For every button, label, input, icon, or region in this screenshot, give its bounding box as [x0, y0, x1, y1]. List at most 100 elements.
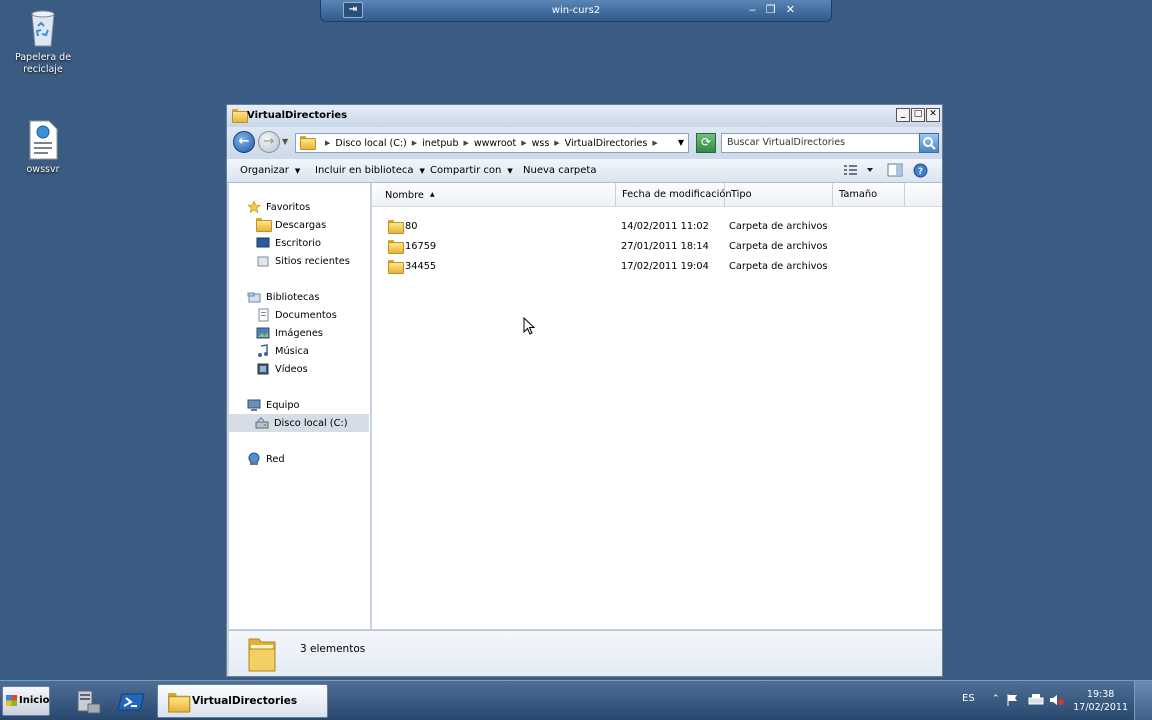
maximize-button[interactable]: □ — [911, 108, 925, 122]
hard-drive-icon — [255, 416, 269, 430]
taskbar-item-explorer[interactable]: VirtualDirectories — [157, 684, 328, 718]
minimize-icon[interactable]: ‒ — [749, 3, 766, 16]
new-folder-button[interactable]: Nueva carpeta — [523, 165, 596, 176]
nav-music[interactable]: Música — [256, 342, 309, 360]
window-titlebar[interactable]: VirtualDirectories _ □ ✕ — [227, 105, 942, 127]
column-type[interactable]: Tipo — [725, 183, 833, 207]
chevron-right-icon[interactable]: ▶ — [652, 139, 657, 147]
breadcrumb-item[interactable]: VirtualDirectories — [565, 138, 648, 149]
column-size[interactable]: Tamaño — [833, 183, 905, 207]
nav-network[interactable]: Red — [247, 450, 285, 468]
close-icon[interactable]: ✕ — [786, 3, 805, 16]
chevron-right-icon[interactable]: ▶ — [325, 139, 330, 147]
chevron-right-icon[interactable]: ▶ — [463, 139, 468, 147]
chevron-down-icon[interactable]: ▼ — [282, 137, 288, 146]
column-header-row: Nombre ▲ Fecha de modificación Tipo Tamañ… — [372, 183, 942, 207]
nav-downloads[interactable]: Descargas — [256, 216, 326, 234]
desktop-icon-owssvr[interactable]: owssvr — [8, 120, 78, 176]
nav-libraries[interactable]: Bibliotecas — [247, 288, 319, 306]
taskbar-item-label: VirtualDirectories — [192, 695, 298, 707]
views-button[interactable] — [843, 163, 875, 180]
column-modified[interactable]: Fecha de modificación — [616, 183, 732, 207]
item-count: 3 elementos — [300, 643, 366, 655]
nav-label: Favoritos — [266, 201, 311, 213]
powershell-icon[interactable] — [116, 686, 150, 716]
nav-favorites[interactable]: Favoritos — [247, 198, 310, 216]
details-pane: 3 elementos — [229, 630, 942, 676]
table-row[interactable]: 16759 27/01/2011 18:14 Carpeta de archiv… — [372, 237, 942, 257]
nav-pictures[interactable]: Imágenes — [256, 324, 323, 342]
breadcrumb-item[interactable]: wwwroot — [474, 138, 516, 149]
breadcrumb-item[interactable]: inetpub — [422, 138, 458, 149]
language-indicator[interactable]: ES — [962, 693, 975, 704]
printer-icon[interactable] — [1028, 693, 1044, 710]
mouse-cursor-icon — [523, 317, 536, 335]
organize-button[interactable]: Organizar ▼ — [240, 165, 300, 176]
show-desktop-button[interactable] — [1134, 681, 1152, 720]
address-bar[interactable]: ▶ Disco local (C:) ▶ inetpub ▶ wwwroot ▶… — [295, 133, 689, 153]
chevron-right-icon[interactable]: ▶ — [554, 139, 559, 147]
nav-documents[interactable]: Documentos — [256, 306, 337, 324]
folder-large-icon — [247, 635, 277, 676]
share-button[interactable]: Compartir con ▼ — [430, 165, 513, 176]
folder-icon — [232, 109, 248, 123]
volume-muted-icon[interactable] — [1049, 693, 1065, 710]
system-clock[interactable]: 19:38 17/02/2011 — [1073, 688, 1128, 714]
window-controls: _ □ ✕ — [896, 108, 940, 122]
nav-computer[interactable]: Equipo — [247, 396, 300, 414]
chevron-right-icon[interactable]: ▶ — [412, 139, 417, 147]
search-icon[interactable] — [919, 133, 939, 153]
desktop-icon-recycle-bin[interactable]: Papelera de reciclaje — [8, 6, 78, 76]
nav-videos[interactable]: Vídeos — [256, 360, 308, 378]
downloads-folder-icon — [256, 218, 272, 232]
star-icon — [247, 200, 261, 214]
nav-label: Escritorio — [275, 237, 322, 249]
folder-icon — [388, 240, 404, 254]
column-type-label: Tipo — [731, 189, 752, 200]
search-input[interactable]: Buscar VirtualDirectories — [721, 133, 939, 153]
explorer-window: VirtualDirectories _ □ ✕ ← → ▼ ▶ Disco l… — [226, 104, 943, 677]
nav-local-disk[interactable]: Disco local (C:) — [229, 414, 369, 432]
chevron-right-icon[interactable]: ▶ — [521, 139, 526, 147]
chevron-up-icon[interactable]: ⌃ — [992, 694, 1000, 704]
refresh-button[interactable]: ⟳ — [696, 133, 716, 153]
folder-icon — [388, 220, 404, 234]
action-center-flag-icon[interactable] — [1006, 693, 1020, 710]
restore-icon[interactable]: ❐ — [766, 3, 786, 16]
column-name-label: Nombre — [385, 190, 424, 201]
forward-button[interactable]: → — [258, 131, 280, 153]
table-row[interactable]: 34455 17/02/2011 19:04 Carpeta de archiv… — [372, 257, 942, 277]
help-icon[interactable]: ? — [913, 163, 928, 181]
preview-pane-icon[interactable] — [887, 163, 903, 180]
file-type: Carpeta de archivos — [729, 241, 828, 252]
desktop-icon-label: owssvr — [26, 164, 60, 175]
breadcrumb-item[interactable]: wss — [532, 138, 550, 149]
close-button[interactable]: ✕ — [926, 108, 940, 122]
clock-date: 17/02/2011 — [1073, 702, 1128, 713]
breadcrumb-item[interactable]: Disco local (C:) — [335, 138, 406, 149]
computer-icon — [247, 398, 261, 412]
nav-label: Disco local (C:) — [274, 417, 348, 429]
nav-label: Vídeos — [275, 363, 308, 375]
nav-desktop[interactable]: Escritorio — [256, 234, 321, 252]
address-row: ← → ▼ ▶ Disco local (C:) ▶ inetpub ▶ www… — [227, 127, 942, 159]
start-button[interactable]: Inicio — [2, 686, 50, 716]
share-label: Compartir con — [430, 165, 502, 176]
chevron-down-icon[interactable]: ▼ — [678, 138, 684, 147]
nav-recent-places[interactable]: Sitios recientes — [256, 252, 350, 270]
server-manager-icon[interactable] — [72, 686, 106, 716]
nav-label: Bibliotecas — [266, 291, 320, 303]
view-list-icon — [844, 165, 873, 175]
recent-places-icon — [256, 254, 270, 268]
table-row[interactable]: 80 14/02/2011 11:02 Carpeta de archivos — [372, 217, 942, 237]
column-size-label: Tamaño — [839, 189, 878, 200]
documents-icon — [256, 308, 270, 322]
file-name: 80 — [405, 221, 418, 232]
minimize-button[interactable]: _ — [896, 108, 910, 122]
column-name[interactable]: Nombre ▲ — [372, 183, 616, 207]
back-button[interactable]: ← — [233, 131, 255, 153]
folder-icon — [388, 260, 404, 274]
file-modified: 17/02/2011 19:04 — [621, 261, 709, 272]
nav-label: Descargas — [275, 219, 327, 231]
include-library-button[interactable]: Incluir en biblioteca ▼ — [315, 165, 425, 176]
